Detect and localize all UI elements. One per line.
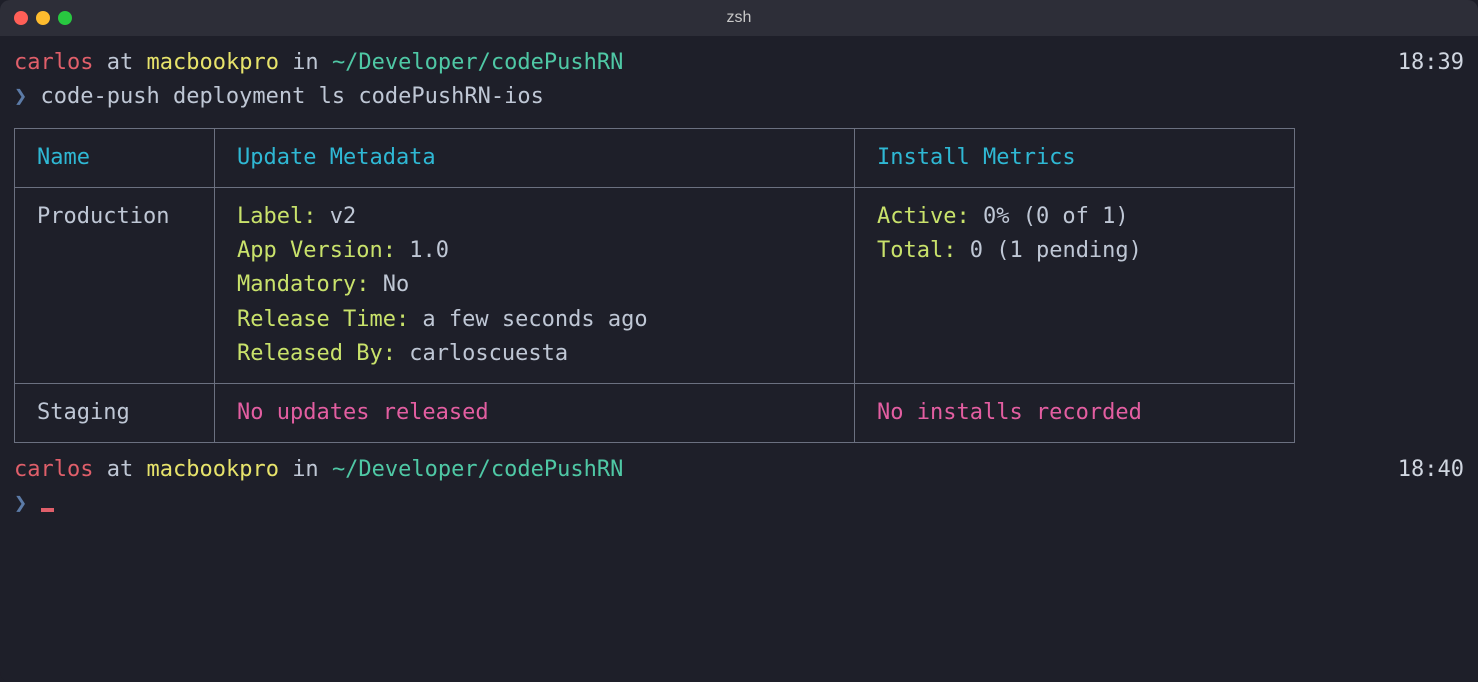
meta-key: Release Time: <box>237 307 409 332</box>
metrics-empty: No installs recorded <box>877 400 1142 425</box>
prompt-user: carlos <box>14 457 93 482</box>
command-line[interactable]: ❯ <box>14 487 1464 521</box>
prompt-char: ❯ <box>14 84 27 109</box>
cell-metrics: Active: 0% (0 of 1) Total: 0 (1 pending) <box>855 188 1295 383</box>
prompt-path: ~/Developer/codePushRN <box>332 50 623 75</box>
prompt-in: in <box>292 50 319 75</box>
table-row: Staging No updates released No installs … <box>15 383 1295 442</box>
metric-key: Active: <box>877 204 970 229</box>
command-text: code-push deployment ls codePushRN-ios <box>41 84 544 109</box>
table-row: Production Label: v2 App Version: 1.0 Ma… <box>15 188 1295 383</box>
deployments-table: Name Update Metadata Install Metrics Pro… <box>14 128 1295 443</box>
prompt-time: 18:40 <box>1398 453 1464 487</box>
meta-val: a few seconds ago <box>409 307 647 332</box>
cursor-icon <box>41 508 54 512</box>
header-metrics: Install Metrics <box>855 129 1295 188</box>
meta-val: v2 <box>316 204 356 229</box>
prompt-host: macbookpro <box>146 457 278 482</box>
cell-metrics: No installs recorded <box>855 383 1295 442</box>
metric-val: 0% (0 of 1) <box>970 204 1129 229</box>
prompt-at: at <box>107 457 134 482</box>
meta-key: Label: <box>237 204 316 229</box>
meta-key: Mandatory: <box>237 272 369 297</box>
cell-name: Staging <box>15 383 215 442</box>
cell-meta: No updates released <box>215 383 855 442</box>
window-titlebar[interactable]: zsh <box>0 0 1478 36</box>
metric-key: Total: <box>877 238 956 263</box>
prompt-path: ~/Developer/codePushRN <box>332 457 623 482</box>
cell-meta: Label: v2 App Version: 1.0 Mandatory: No… <box>215 188 855 383</box>
meta-val: No <box>369 272 409 297</box>
meta-val: 1.0 <box>396 238 449 263</box>
prompt-at: at <box>107 50 134 75</box>
prompt-line: carlos at macbookpro in ~/Developer/code… <box>14 453 1464 487</box>
metric-val: 0 (1 pending) <box>956 238 1141 263</box>
window-title: zsh <box>0 9 1478 27</box>
cell-name: Production <box>15 188 215 383</box>
header-name: Name <box>15 129 215 188</box>
prompt-user: carlos <box>14 50 93 75</box>
meta-empty: No updates released <box>237 400 489 425</box>
meta-key: App Version: <box>237 238 396 263</box>
prompt-time: 18:39 <box>1398 46 1464 80</box>
prompt-line: carlos at macbookpro in ~/Developer/code… <box>14 46 1464 80</box>
terminal-window: zsh carlos at macbookpro in ~/Developer/… <box>0 0 1478 682</box>
meta-val: carloscuesta <box>396 341 568 366</box>
terminal-output[interactable]: carlos at macbookpro in ~/Developer/code… <box>0 36 1478 531</box>
prompt-char: ❯ <box>14 491 27 516</box>
prompt-in: in <box>292 457 319 482</box>
meta-key: Released By: <box>237 341 396 366</box>
prompt-host: macbookpro <box>146 50 278 75</box>
command-line: ❯ code-push deployment ls codePushRN-ios <box>14 80 1464 114</box>
table-header-row: Name Update Metadata Install Metrics <box>15 129 1295 188</box>
header-meta: Update Metadata <box>215 129 855 188</box>
